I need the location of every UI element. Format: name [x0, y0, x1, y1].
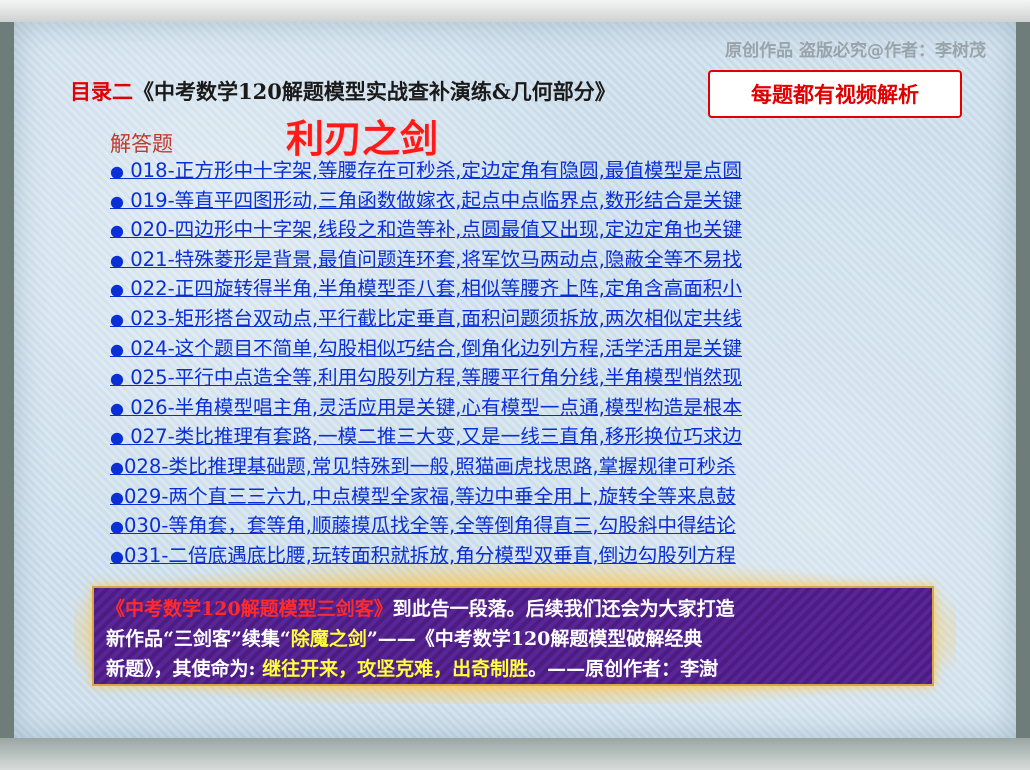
page-title: 目录二《中考数学120解题模型实战查补演练&几何部分》 — [70, 76, 616, 106]
problem-link-text: 018-正方形中十字架,等腰存在可秒杀,定边定角有隐圆,最值模型是点圆 — [123, 159, 742, 182]
problem-link-025[interactable]: ● 025-平行中点造全等,利用勾股列方程,等腰平行角分线,半角模型悄然现 — [110, 363, 1010, 393]
closing-banner: 《中考数学120解题模型三剑客》到此告一段落。后续我们还会为大家打造 新作品“三… — [92, 586, 934, 686]
problem-link-029[interactable]: ●029-两个直三三六九,中点模型全家福,等边中垂全用上,旋转全等来息鼓 — [110, 482, 1010, 512]
problem-link-text: 021-特殊菱形是背景,最值问题连环套,将军饮马两动点,隐蔽全等不易找 — [123, 247, 742, 271]
title-main: 《中考数学120解题模型实战查补演练&几何部分》 — [133, 79, 616, 104]
problem-link-text: 020-四边形中十字架,线段之和造等补,点圆最值又出现,定边定角也关键 — [123, 218, 742, 242]
bullet-icon: ● — [110, 517, 124, 537]
bullet-icon: ● — [110, 398, 124, 418]
bullet-icon: ● — [110, 309, 124, 329]
slide-heading: 利刃之剑 — [286, 117, 439, 161]
problem-link-024[interactable]: ● 024-这个题目不简单,勾股相似巧结合,倒角化边列方程,活学活用是关键 — [110, 334, 1010, 364]
bullet-icon: ● — [110, 221, 124, 241]
bullet-icon: ● — [110, 487, 124, 507]
problem-link-text: 027-类比推理有套路,一模二推三大变,又是一线三直角,移形换位巧求边 — [123, 425, 742, 449]
bullet-icon: ● — [110, 457, 124, 477]
problem-link-023[interactable]: ● 023-矩形搭台双动点,平行截比定垂直,面积问题须拆放,两次相似定共线 — [110, 304, 1010, 334]
window-bottom-frame — [0, 738, 1030, 770]
problem-link-028[interactable]: ●028-类比推理基础题,常见特殊到一般,照猫画虎找思路,掌握规律可秒杀 — [110, 452, 1010, 482]
problem-link-text: 019-等直平四图形动,三角函数做嫁衣,起点中点临界点,数形结合是关键 — [123, 188, 742, 212]
problem-link-022[interactable]: ● 022-正四旋转得半角,半角模型歪八套,相似等腰齐上阵,定角含高面积小 — [110, 274, 1010, 304]
bullet-icon: ● — [110, 280, 124, 300]
bullet-icon: ● — [110, 339, 124, 359]
bullet-icon: ● — [110, 250, 124, 270]
problem-link-021[interactable]: ● 021-特殊菱形是背景,最值问题连环套,将军饮马两动点,隐蔽全等不易找 — [110, 245, 1010, 275]
problem-link-030[interactable]: ●030-等角套，套等角,顺藤摸瓜找全等,全等倒角得直三,勾股斜中得结论 — [110, 511, 1010, 541]
banner-line-3: 新题》，其使命为: 继往开来，攻坚克难，出奇制胜。——原创作者：李澍 — [106, 654, 920, 684]
banner-sequel-name: 除魔之剑 — [290, 628, 367, 650]
problem-link-text: 022-正四旋转得半角,半角模型歪八套,相似等腰齐上阵,定角含高面积小 — [123, 277, 742, 301]
video-analysis-badge: 每题都有视频解析 — [708, 70, 962, 118]
problem-link-019[interactable]: ● 019-等直平四图形动,三角函数做嫁衣,起点中点临界点,数形结合是关键 — [110, 186, 1010, 216]
problem-link-text: 024-这个题目不简单,勾股相似巧结合,倒角化边列方程,活学活用是关键 — [123, 336, 742, 360]
right-frame — [1016, 22, 1030, 738]
title-prefix: 目录二 — [70, 79, 133, 104]
banner-text: 新题》，其使命为: — [106, 658, 263, 680]
problem-link-text: 028-类比推理基础题,常见特殊到一般,照猫画虎找思路,掌握规律可秒杀 — [123, 454, 736, 478]
bullet-icon: ● — [110, 546, 124, 566]
banner-series-title: 《中考数学120解题模型三剑客》 — [106, 598, 393, 620]
banner-author: 。——原创作者：李澍 — [528, 658, 719, 680]
banner-text: ”——《中考数学120解题模型破解经典 — [366, 628, 703, 650]
banner-text: 新作品“三剑客”续集“ — [106, 628, 291, 650]
watermark-text: 原创作品 盗版必究@作者：李树茂 — [725, 41, 986, 61]
bullet-icon: ● — [110, 369, 124, 389]
problem-link-text: 025-平行中点造全等,利用勾股列方程,等腰平行角分线,半角模型悄然现 — [123, 366, 742, 390]
problem-link-027[interactable]: ● 027-类比推理有套路,一模二推三大变,又是一线三直角,移形换位巧求边 — [110, 422, 1010, 452]
banner-line-2: 新作品“三剑客”续集“除魔之剑”——《中考数学120解题模型破解经典 — [106, 624, 920, 654]
problem-link-text: 030-等角套，套等角,顺藤摸瓜找全等,全等倒角得直三,勾股斜中得结论 — [123, 514, 736, 538]
banner-mission: 继往开来，攻坚克难，出奇制胜 — [262, 658, 529, 680]
problem-link-026[interactable]: ● 026-半角模型唱主角,灵活应用是关键,心有模型一点通,模型构造是根本 — [110, 393, 1010, 423]
problem-list: ● 018-正方形中十字架,等腰存在可秒杀,定边定角有隐圆,最值模型是点圆 ● … — [110, 156, 1010, 570]
problem-link-text: 023-矩形搭台双动点,平行截比定垂直,面积问题须拆放,两次相似定共线 — [123, 306, 742, 330]
section-label: 解答题 — [110, 132, 173, 156]
problem-link-020[interactable]: ● 020-四边形中十字架,线段之和造等补,点圆最值又出现,定边定角也关键 — [110, 215, 1010, 245]
bullet-icon: ● — [110, 162, 124, 181]
left-frame — [0, 22, 14, 738]
problem-link-text: 026-半角模型唱主角,灵活应用是关键,心有模型一点通,模型构造是根本 — [123, 395, 742, 419]
problem-link-018[interactable]: ● 018-正方形中十字架,等腰存在可秒杀,定边定角有隐圆,最值模型是点圆 — [110, 156, 1010, 186]
banner-text: 到此告一段落。后续我们还会为大家打造 — [392, 598, 735, 620]
problem-link-text: 029-两个直三三六九,中点模型全家福,等边中垂全用上,旋转全等来息鼓 — [123, 484, 736, 508]
bullet-icon: ● — [110, 428, 124, 448]
window-top-frame — [0, 0, 1030, 24]
bullet-icon: ● — [110, 191, 124, 211]
banner-line-1: 《中考数学120解题模型三剑客》到此告一段落。后续我们还会为大家打造 — [106, 594, 920, 624]
